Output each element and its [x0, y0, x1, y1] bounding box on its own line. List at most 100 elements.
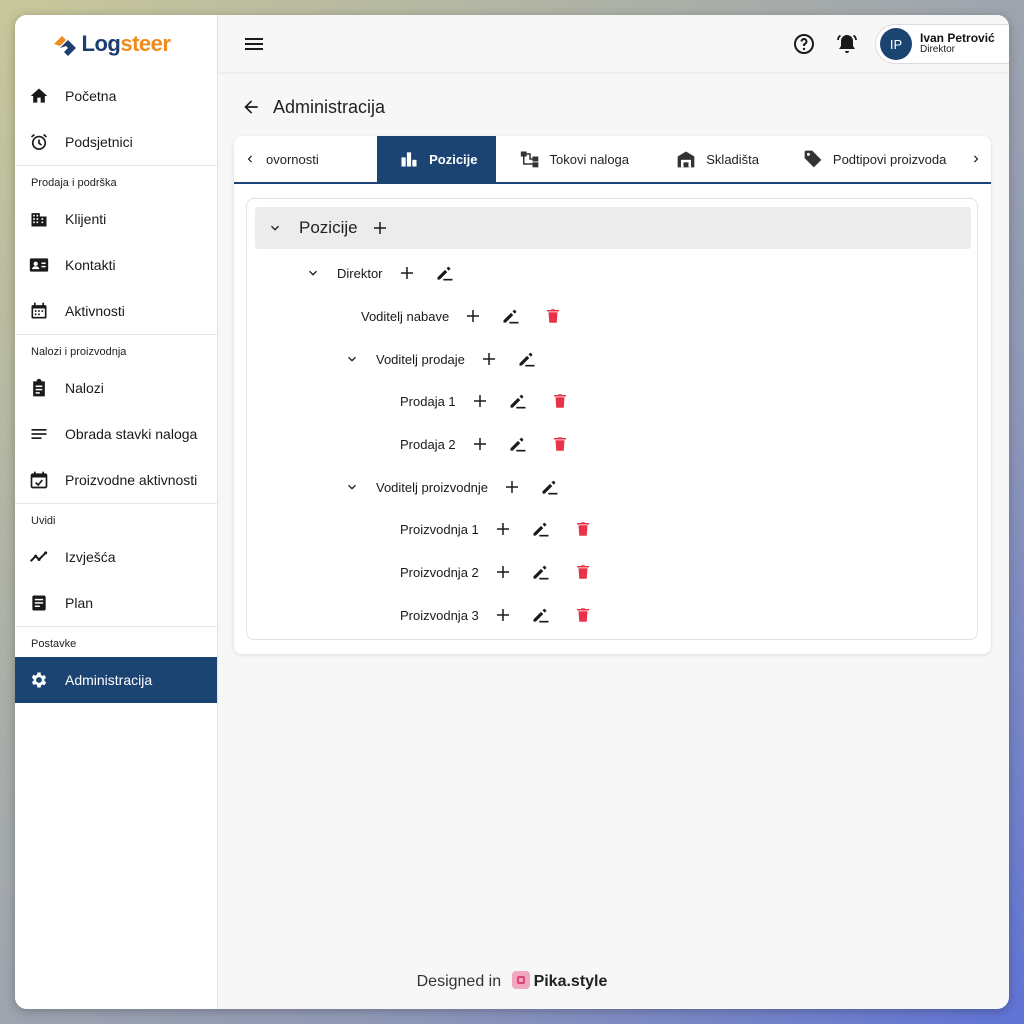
sidebar-item-label: Kontakti	[65, 257, 116, 273]
delete-icon[interactable]	[541, 304, 565, 328]
tab-scroll-right-icon[interactable]	[961, 136, 991, 182]
tab-odgovornosti[interactable]: ovornosti	[266, 136, 377, 182]
user-menu[interactable]: IP Ivan Petrović Direktor	[875, 24, 1009, 64]
admin-card: ovornosti Pozicije Tokovi naloga Skladiš…	[234, 136, 991, 654]
sidebar-item-nalozi[interactable]: Nalozi	[15, 365, 217, 411]
logo[interactable]: Logsteer	[15, 15, 217, 73]
sidebar-item-administracija[interactable]: Administracija	[15, 657, 217, 703]
building-icon	[29, 209, 49, 229]
sidebar-item-klijenti[interactable]: Klijenti	[15, 196, 217, 242]
tree-node-label: Prodaja 2	[400, 436, 456, 452]
tab-label: ovornosti	[265, 151, 319, 167]
sidebar-item-label: Proizvodne aktivnosti	[65, 472, 198, 488]
add-icon[interactable]	[491, 517, 515, 541]
edit-icon[interactable]	[515, 347, 539, 371]
sidebar-item-izvjesca[interactable]: Izvješća	[15, 534, 217, 580]
user-name: Ivan Petrović	[920, 31, 995, 45]
add-icon[interactable]	[491, 603, 515, 627]
warehouse-icon	[676, 149, 696, 169]
delete-icon[interactable]	[571, 603, 595, 627]
tab-pozicije[interactable]: Pozicije	[377, 136, 496, 182]
alarm-icon	[29, 132, 49, 152]
tab-label: Pozicije	[429, 151, 478, 167]
tree-node-prodaja-1: Prodaja 1	[400, 389, 572, 413]
avatar: IP	[880, 28, 912, 60]
add-icon[interactable]	[468, 432, 492, 456]
edit-icon[interactable]	[499, 304, 523, 328]
tree-node-proizvodnja-1: Proizvodnja 1	[400, 517, 595, 541]
edit-icon[interactable]	[506, 389, 530, 413]
calendar-icon	[29, 301, 49, 321]
flow-icon	[520, 149, 540, 169]
add-icon[interactable]	[461, 304, 485, 328]
sidebar-item-aktivnosti[interactable]: Aktivnosti	[15, 288, 217, 334]
page-title: Administracija	[273, 96, 386, 117]
edit-icon[interactable]	[433, 261, 457, 285]
sidebar-item-label: Podsjetnici	[65, 134, 133, 150]
add-icon[interactable]	[368, 216, 392, 240]
pika-logo-icon	[511, 971, 530, 989]
tab-podtipovi-proizvoda[interactable]: Podtipovi proizvoda	[779, 136, 961, 182]
help-icon[interactable]	[792, 32, 816, 56]
sidebar-item-label: Administracija	[65, 672, 153, 688]
bell-icon[interactable]	[835, 32, 859, 56]
sidebar-item-plan[interactable]: Plan	[15, 580, 217, 626]
trend-icon	[29, 547, 49, 567]
logo-text: Logsteer	[81, 31, 171, 56]
sidebar: Logsteer Početna Podsjetnici Prodaja i p…	[15, 15, 218, 1009]
page-header: Administracija	[241, 95, 385, 119]
tab-scroll-left-icon[interactable]	[234, 136, 266, 182]
tab-bar: ovornosti Pozicije Tokovi naloga Skladiš…	[234, 136, 991, 184]
edit-icon[interactable]	[529, 517, 553, 541]
tree-node-label: Voditelj prodaje	[376, 351, 465, 367]
back-arrow-icon[interactable]	[241, 97, 261, 117]
add-icon[interactable]	[491, 560, 515, 584]
edit-icon[interactable]	[529, 603, 553, 627]
bar-chart-icon	[399, 149, 419, 169]
tree-node-label: Voditelj nabave	[361, 308, 450, 324]
edit-icon[interactable]	[529, 560, 553, 584]
add-icon[interactable]	[468, 389, 492, 413]
tab-skladista[interactable]: Skladišta	[652, 136, 779, 182]
sidebar-item-label: Obrada stavki naloga	[65, 426, 198, 442]
designed-in-footer: Designed in Pika.style	[15, 971, 1009, 991]
tab-tokovi-naloga[interactable]: Tokovi naloga	[496, 136, 653, 182]
tree-root-label: Pozicije	[299, 218, 358, 237]
tree-node-voditelj-proizvodnje: Voditelj proizvodnje	[342, 475, 562, 499]
top-bar: IP Ivan Petrović Direktor	[218, 15, 1009, 73]
sidebar-item-label: Nalozi	[65, 380, 104, 396]
sidebar-item-kontakti[interactable]: Kontakti	[15, 242, 217, 288]
tree-node-label: Proizvodnja 1	[400, 521, 479, 537]
logo-icon	[53, 36, 76, 56]
section-label-uvidi: Uvidi	[15, 503, 217, 534]
tree-node-prodaja-2: Prodaja 2	[400, 432, 572, 456]
edit-icon[interactable]	[538, 475, 562, 499]
positions-tree: Pozicije Direktor Voditelj nabave Vodite…	[246, 198, 978, 640]
delete-icon[interactable]	[548, 389, 572, 413]
tag-icon	[803, 149, 823, 169]
add-icon[interactable]	[477, 347, 501, 371]
app-window: Logsteer Početna Podsjetnici Prodaja i p…	[15, 15, 1009, 1009]
add-icon[interactable]	[395, 261, 419, 285]
menu-icon[interactable]	[242, 32, 266, 56]
contact-card-icon	[29, 255, 49, 275]
sidebar-item-podsjetnici[interactable]: Podsjetnici	[15, 119, 217, 165]
sidebar-item-label: Aktivnosti	[65, 303, 125, 319]
calendar-check-icon	[29, 470, 49, 490]
tab-label: Tokovi naloga	[549, 151, 630, 167]
chevron-down-icon[interactable]	[265, 218, 285, 238]
sidebar-item-proizvodne-aktivnosti[interactable]: Proizvodne aktivnosti	[15, 457, 217, 503]
chevron-down-icon[interactable]	[303, 263, 323, 283]
delete-icon[interactable]	[571, 560, 595, 584]
add-icon[interactable]	[500, 475, 524, 499]
chevron-down-icon[interactable]	[342, 477, 362, 497]
edit-icon[interactable]	[506, 432, 530, 456]
delete-icon[interactable]	[548, 432, 572, 456]
tree-node-label: Proizvodnja 3	[400, 607, 479, 623]
tab-label: Podtipovi proizvoda	[832, 151, 947, 167]
sidebar-item-obrada-stavki[interactable]: Obrada stavki naloga	[15, 411, 217, 457]
sidebar-item-pocetna[interactable]: Početna	[15, 73, 217, 119]
home-icon	[29, 86, 49, 106]
chevron-down-icon[interactable]	[342, 349, 362, 369]
delete-icon[interactable]	[571, 517, 595, 541]
